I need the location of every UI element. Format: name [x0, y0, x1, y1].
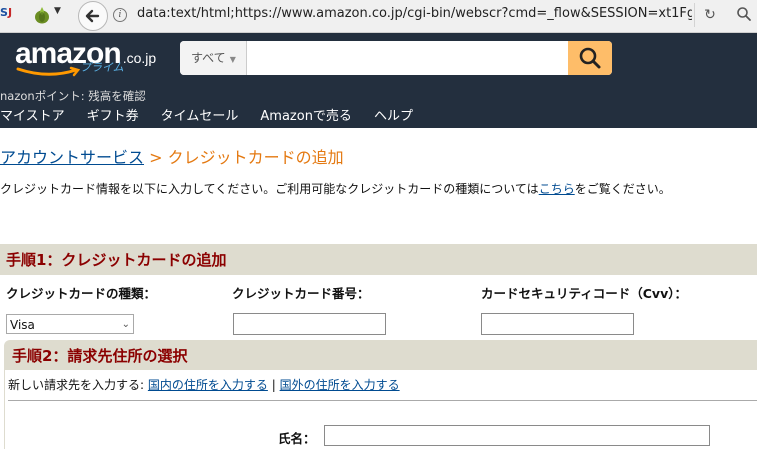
caret-down-icon: ▼ — [229, 55, 236, 64]
search-bar: すべて ▼ — [180, 41, 612, 75]
new-billing-address: 新しい請求先を入力する: 国内の住所を入力する | 国外の住所を入力する — [8, 376, 400, 393]
card-number-label: クレジットカード番号： — [232, 286, 370, 301]
nav-help[interactable]: ヘルプ — [374, 105, 413, 124]
logo-smile-icon — [16, 66, 81, 77]
intro-text: クレジットカード情報を以下に入力してください。ご利用可能なクレジットカードの種類… — [0, 180, 671, 197]
search-category-label: すべて — [191, 51, 226, 65]
name-input[interactable] — [324, 425, 710, 446]
chevron-down-icon[interactable]: ▼ — [54, 6, 61, 16]
intro-after: をご覧ください。 — [574, 182, 671, 196]
step2-header: 手順2：請求先住所の選択 — [4, 340, 757, 370]
search-input[interactable] — [248, 41, 568, 75]
step1-title: 手順1：クレジットカードの追加 — [6, 251, 227, 269]
browser-search-icon[interactable] — [736, 6, 752, 22]
back-button[interactable] — [78, 1, 108, 31]
nav-time-sale[interactable]: タイムセール — [161, 105, 239, 124]
cvv-input[interactable] — [481, 313, 634, 335]
name-label: 氏名： — [278, 431, 316, 446]
browser-toolbar: SJ ▼ i data:text/html;https://www.amazon… — [0, 0, 757, 33]
ext-s-label: S — [0, 6, 8, 19]
breadcrumb: アカウントサービス > クレジットカードの追加 — [0, 144, 344, 168]
prime-label: プライム — [80, 61, 124, 74]
intro-before: クレジットカード情報を以下に入力してください。ご利用可能なクレジットカードの種類… — [0, 182, 539, 196]
back-arrow-icon — [85, 9, 100, 23]
new-address-prefix: 新しい請求先を入力する: — [8, 378, 145, 392]
foreign-address-link[interactable]: 国外の住所を入力する — [280, 378, 400, 392]
logo-suffix: .co.jp — [122, 50, 157, 66]
site-info-icon[interactable]: i — [113, 8, 127, 22]
nav-my-store[interactable]: マイストア — [0, 105, 65, 124]
points-balance[interactable]: nazonポイント: 残高を確認 — [0, 88, 146, 104]
nav-sell-on-amazon[interactable]: Amazonで売る — [260, 105, 352, 124]
nav-menu: マイストア ギフト券 タイムセール Amazonで売る ヘルプ — [0, 105, 435, 124]
search-button[interactable] — [568, 41, 612, 75]
address-bar[interactable]: data:text/html;https://www.amazon.co.jp/… — [137, 6, 692, 24]
cvv-label: カードセキュリティコード（Cvv）： — [481, 286, 687, 301]
site-header: amazon .co.jp プライム すべて ▼ nazonポイント: 残高を確認 … — [0, 33, 757, 128]
ext-j-label: J — [7, 6, 13, 19]
card-number-input[interactable] — [233, 313, 386, 335]
nav-gift-cards[interactable]: ギフト券 — [87, 105, 139, 124]
link-divider: | — [271, 378, 276, 392]
domestic-address-link[interactable]: 国内の住所を入力する — [148, 378, 268, 392]
card-types-link[interactable]: こちら — [539, 182, 575, 196]
breadcrumb-account-service[interactable]: アカウントサービス — [0, 148, 144, 167]
breadcrumb-separator: > — [149, 148, 163, 167]
step2-title: 手順2：請求先住所の選択 — [12, 347, 188, 365]
extension-s-icon[interactable]: SJ — [0, 6, 18, 24]
onion-extension-icon[interactable] — [32, 5, 52, 25]
chevron-down-icon: ⌄ — [121, 319, 130, 330]
card-type-label: クレジットカードの種類： — [6, 286, 157, 301]
card-type-value: Visa — [10, 318, 35, 332]
reload-icon[interactable]: ↻ — [694, 3, 725, 27]
search-category-select[interactable]: すべて ▼ — [180, 41, 247, 75]
page-title: クレジットカードの追加 — [167, 148, 344, 167]
magnifier-icon — [579, 47, 601, 69]
divider — [8, 400, 757, 401]
step1-header: 手順1：クレジットカードの追加 — [0, 244, 757, 275]
card-type-select[interactable]: Visa ⌄ — [6, 314, 134, 334]
